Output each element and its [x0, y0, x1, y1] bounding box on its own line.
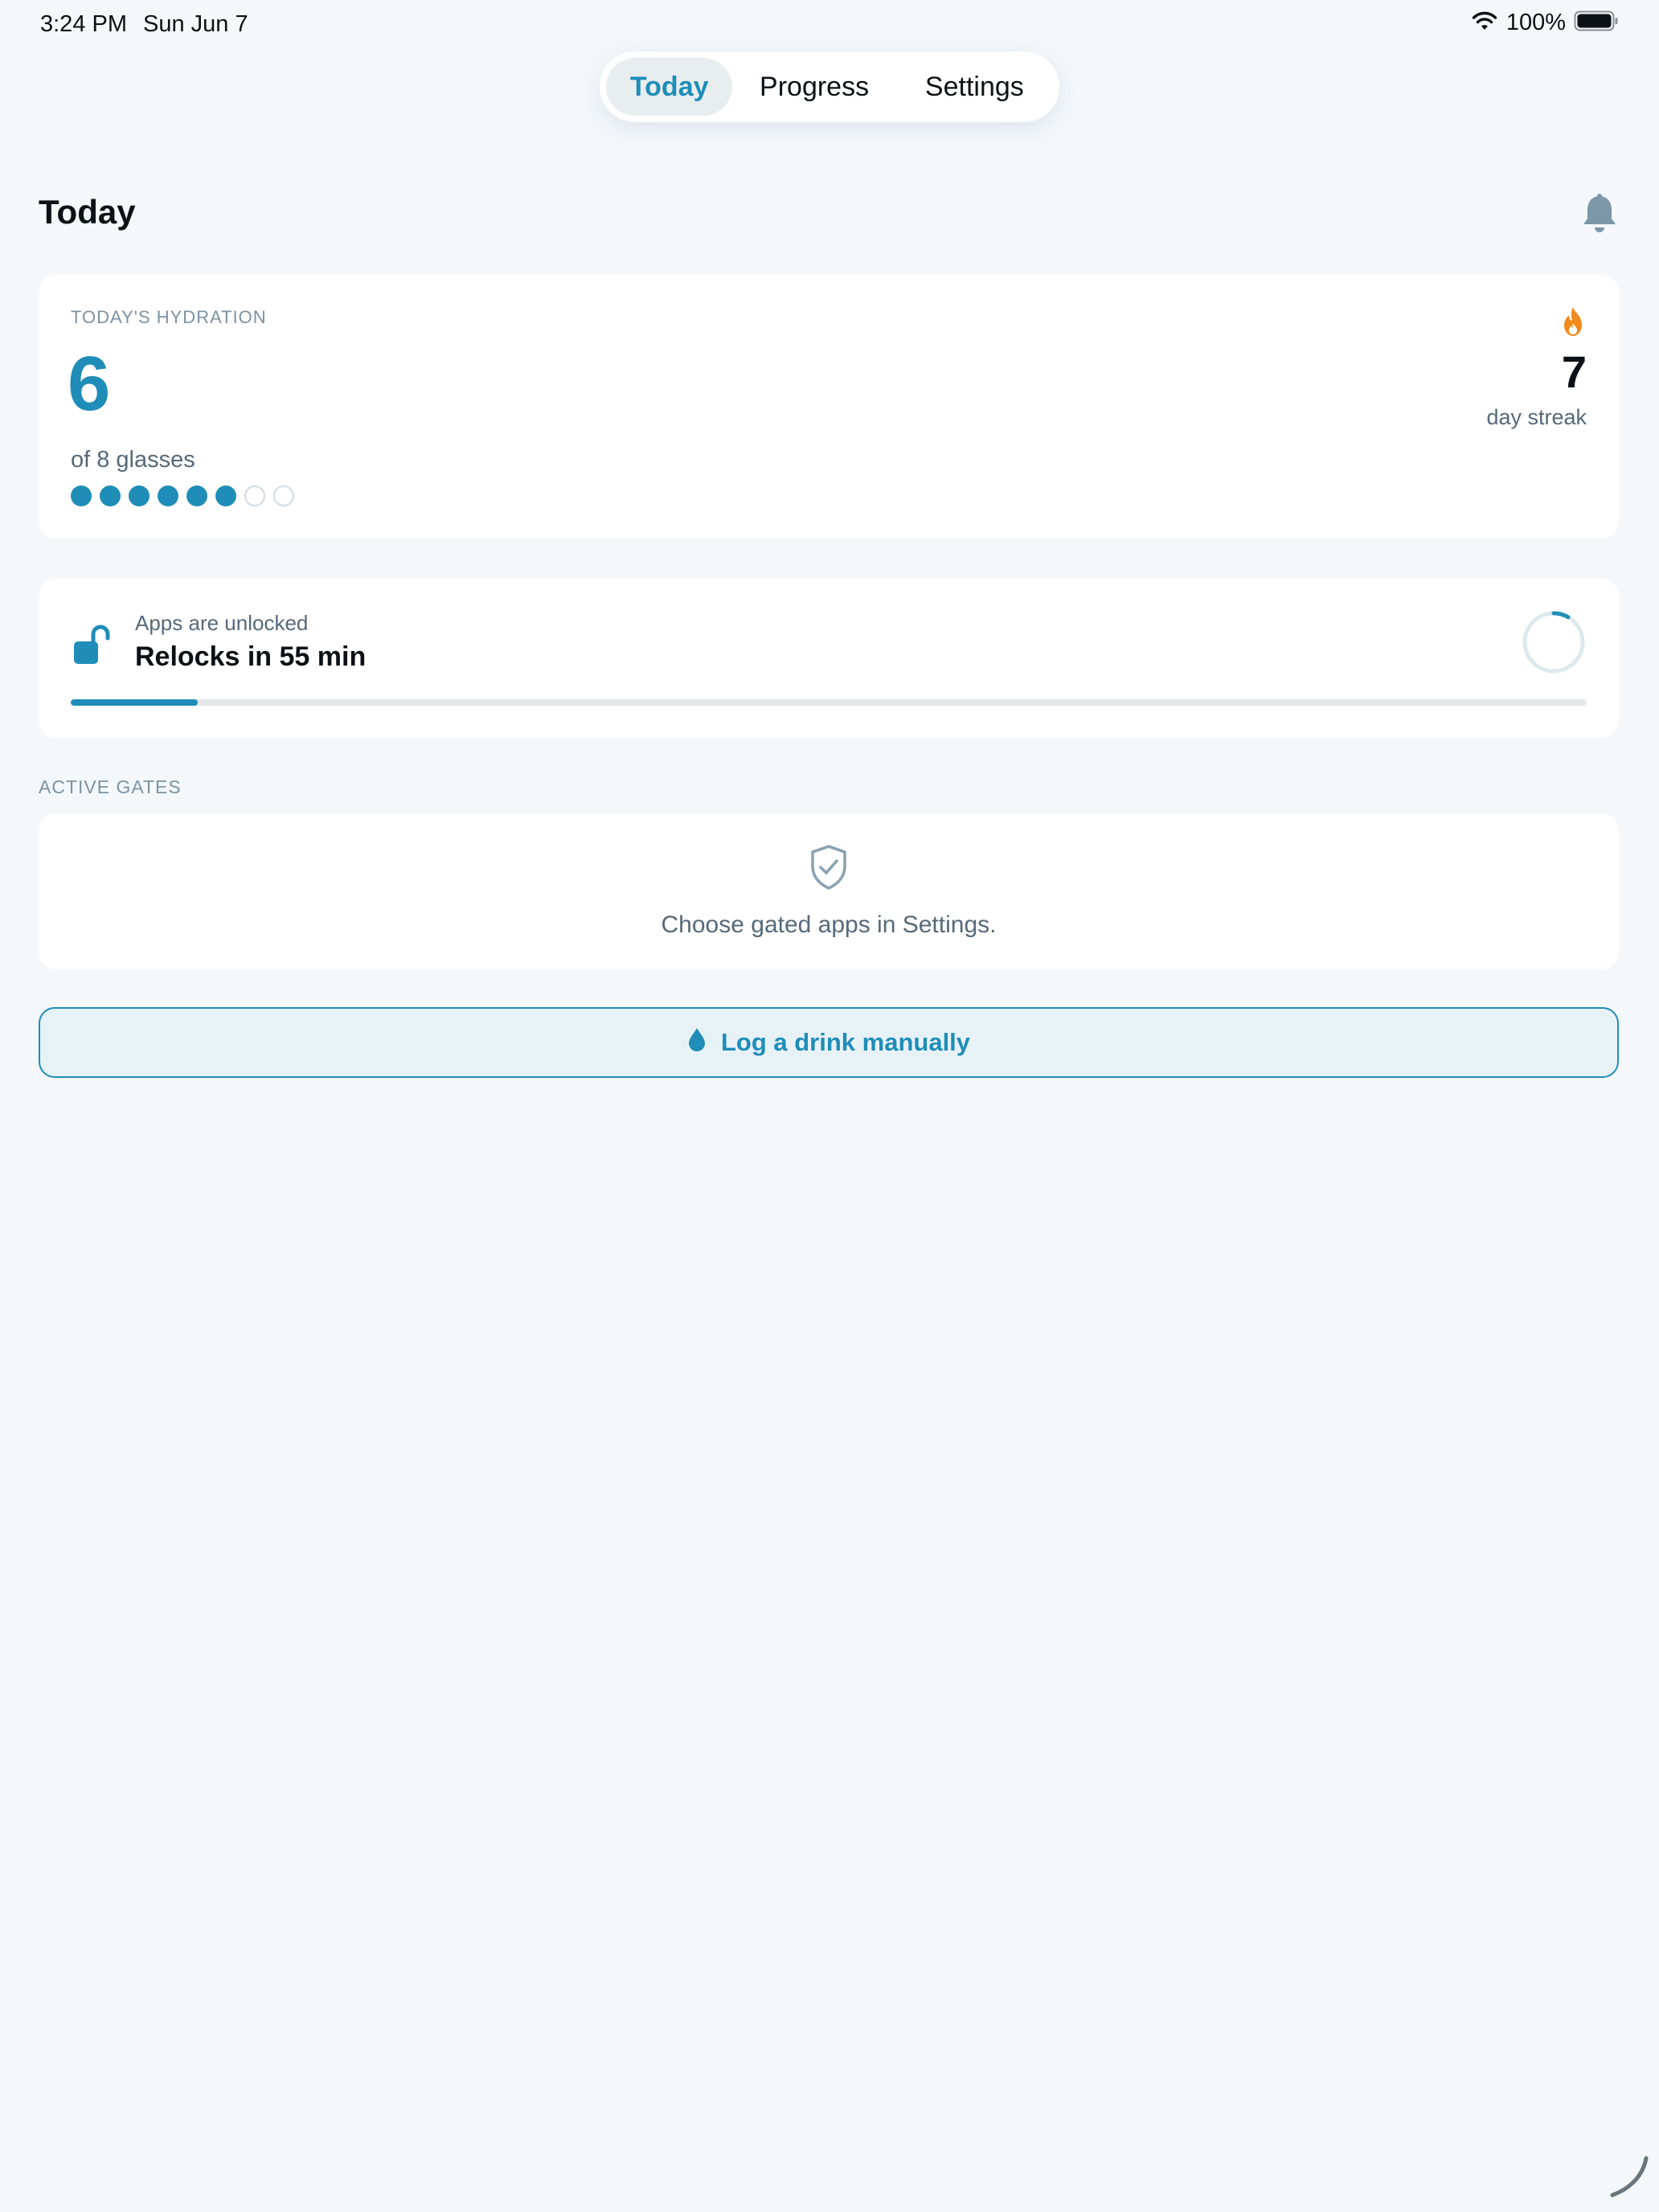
page-title: Today	[39, 193, 136, 231]
tab-progress[interactable]: Progress	[732, 58, 895, 116]
glass-dot	[186, 485, 207, 506]
glass-dot	[71, 485, 92, 506]
log-drink-label: Log a drink manually	[720, 1028, 971, 1056]
section-label-active-gates: ACTIVE GATES	[39, 776, 182, 797]
status-indicators: 100%	[1471, 10, 1619, 36]
glass-dot	[129, 485, 150, 506]
unlocked-padlock-icon	[71, 624, 113, 673]
wifi-icon	[1471, 10, 1498, 35]
tab-today[interactable]: Today	[606, 58, 733, 116]
log-drink-button[interactable]: Log a drink manually	[39, 1007, 1619, 1078]
glass-dot	[100, 485, 121, 506]
status-bar: 3:24 PM Sun Jun 7 100%	[0, 0, 1659, 51]
status-date: Sun Jun 7	[143, 11, 248, 37]
water-drop-icon	[687, 1026, 707, 1059]
battery-icon	[1574, 10, 1619, 35]
lock-status-card: Apps are unlocked Relocks in 55 min	[39, 579, 1619, 738]
hydration-label: TODAY'S HYDRATION	[71, 307, 267, 327]
lock-subtitle: Apps are unlocked	[135, 611, 309, 635]
glass-dot	[215, 485, 236, 506]
shield-check-icon	[809, 844, 849, 895]
hydration-goal-text: of 8 glasses	[71, 447, 195, 473]
glass-dot	[244, 485, 265, 506]
timer-ring-icon	[1521, 609, 1587, 679]
active-gates-message: Choose gated apps in Settings.	[661, 911, 997, 938]
glasses-indicator	[71, 485, 294, 506]
hydration-card: TODAY'S HYDRATION 6 of 8 glasses 7 day s…	[39, 275, 1619, 539]
streak-label: day streak	[1486, 405, 1587, 429]
flame-icon	[1559, 305, 1587, 342]
active-gates-card: Choose gated apps in Settings.	[39, 813, 1619, 969]
battery-percentage: 100%	[1505, 10, 1566, 35]
hydration-count: 6	[68, 341, 111, 427]
relock-progress-fill	[71, 699, 199, 706]
lock-title: Relocks in 55 min	[135, 641, 367, 672]
tab-bar: Today Progress Settings	[600, 51, 1059, 122]
tab-settings[interactable]: Settings	[896, 58, 1053, 116]
glass-dot	[273, 485, 294, 506]
streak-count: 7	[1561, 346, 1587, 397]
glass-dot	[158, 485, 178, 506]
status-time: 3:24 PM	[40, 11, 127, 37]
relock-progress-bar	[71, 699, 1587, 706]
corner-gesture-indicator	[1606, 2153, 1654, 2206]
bell-icon[interactable]	[1580, 193, 1619, 240]
